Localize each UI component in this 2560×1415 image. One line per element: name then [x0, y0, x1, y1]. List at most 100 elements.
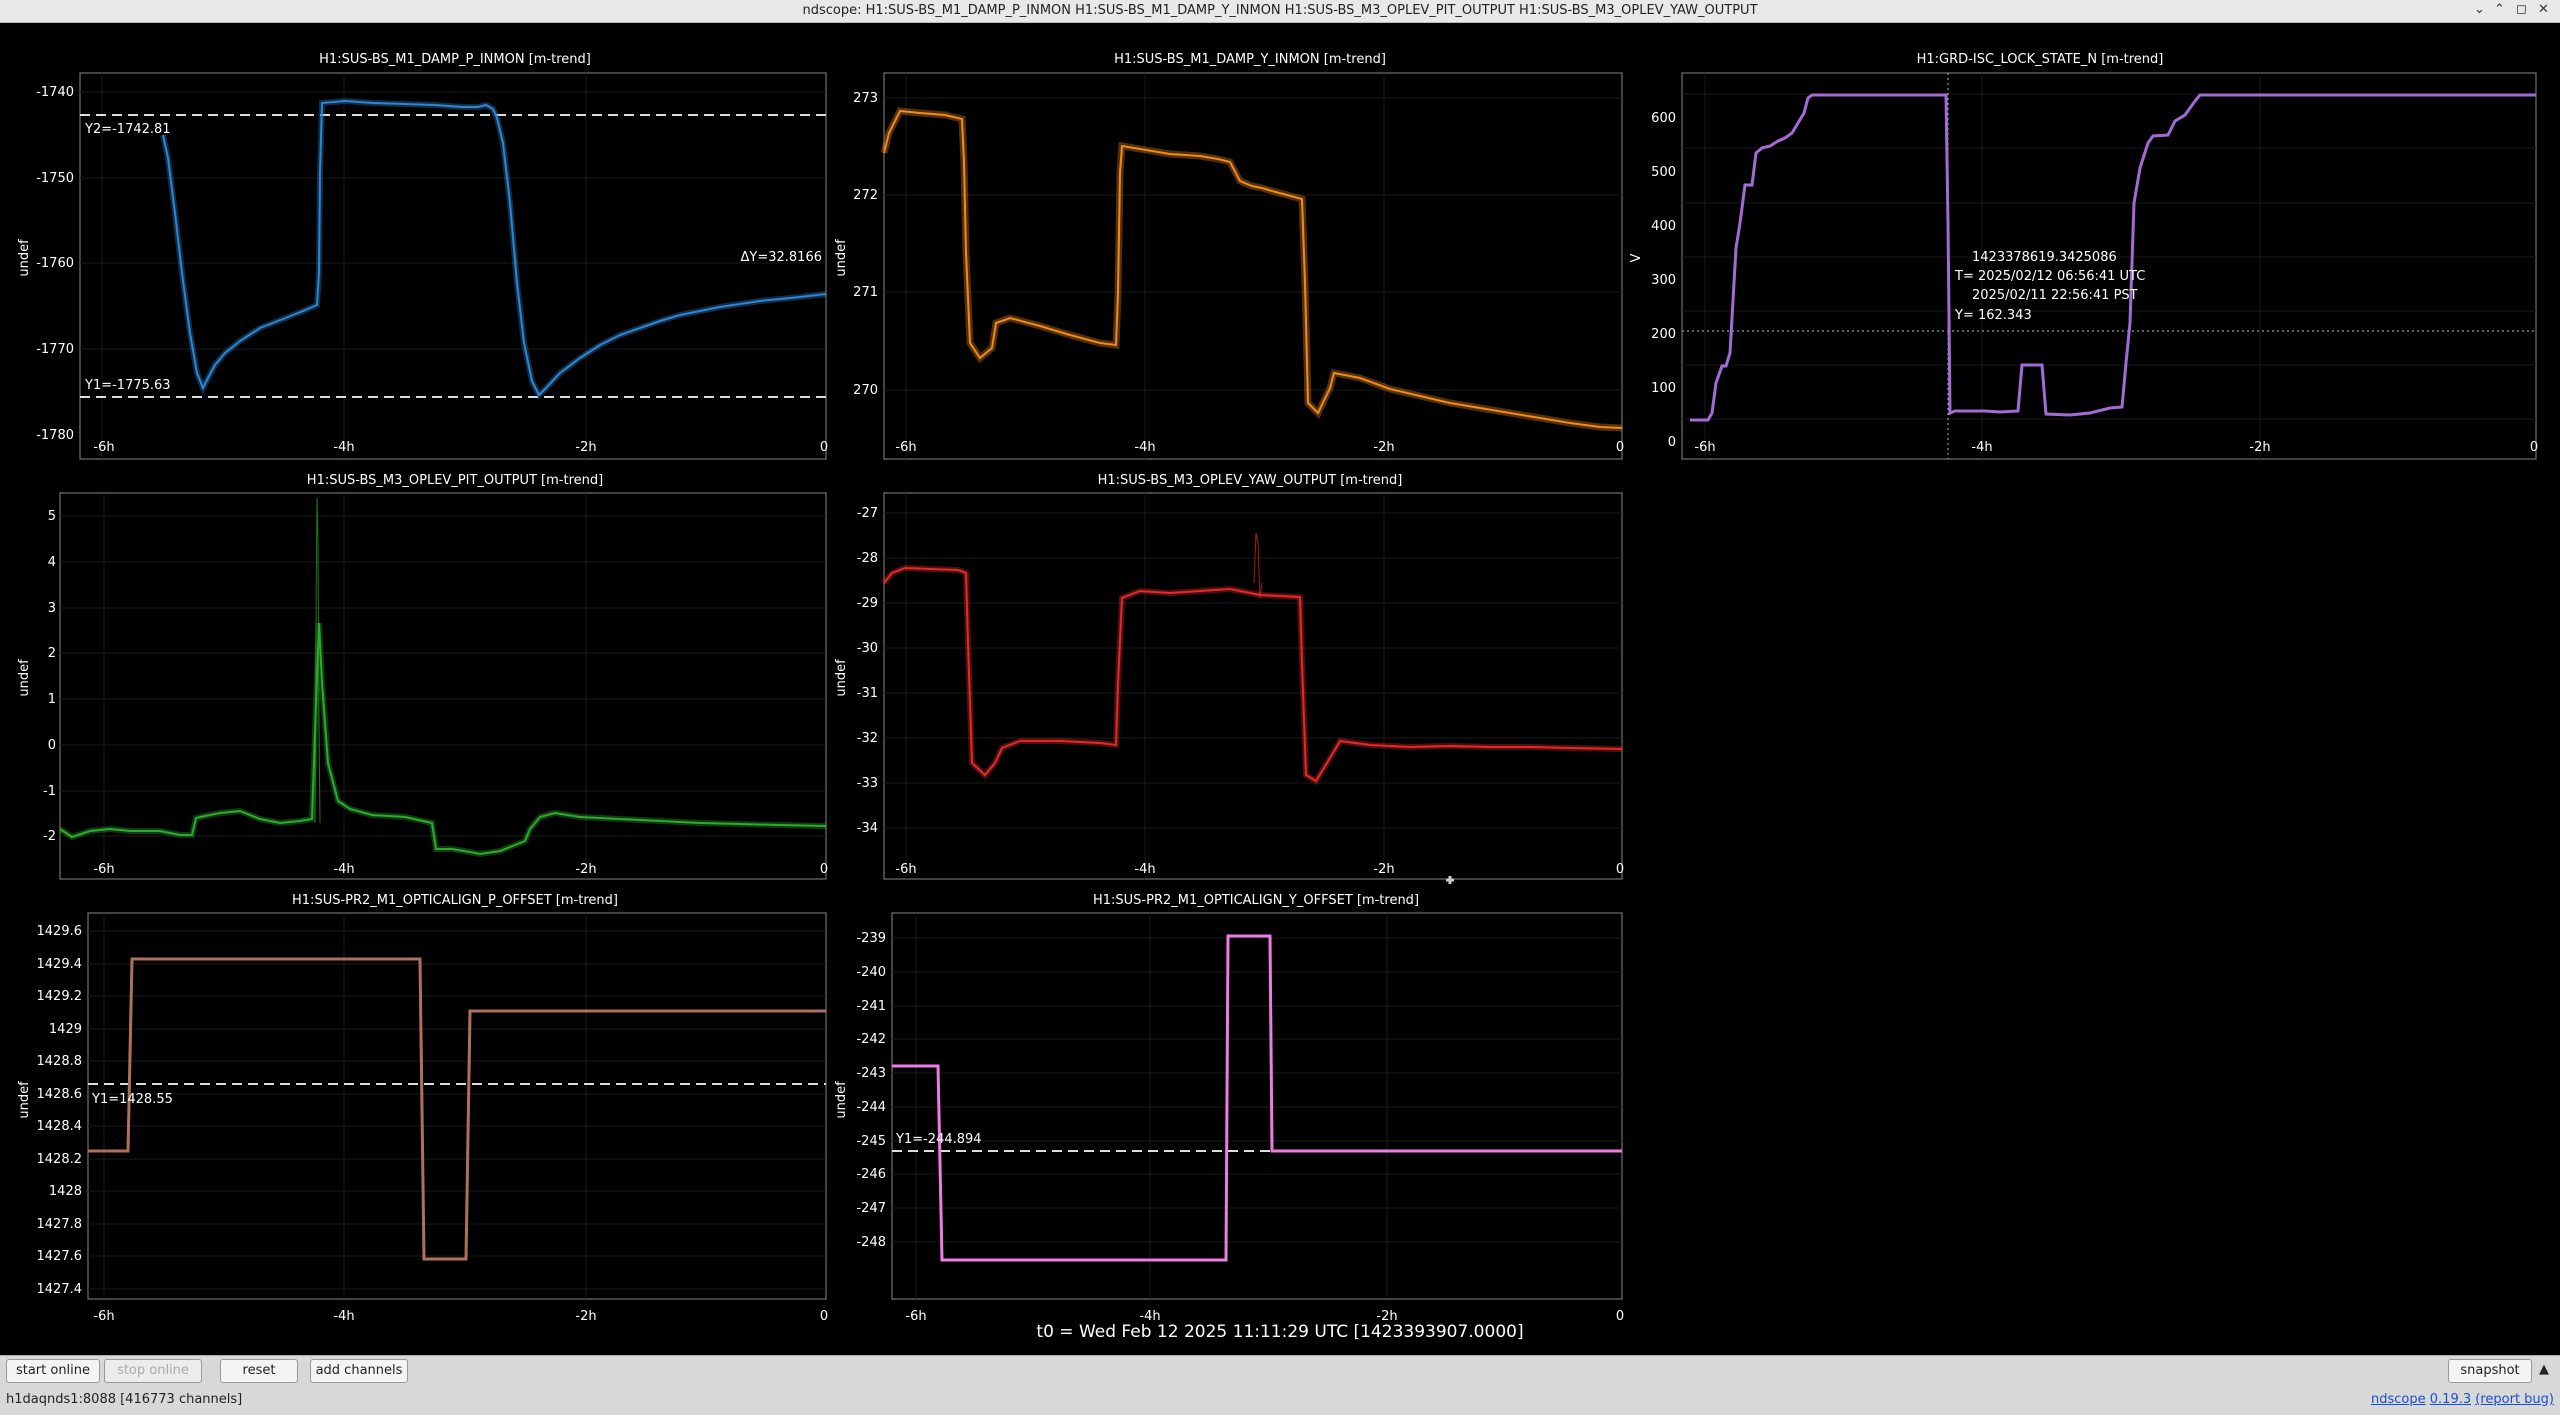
- x-tick-label: -6h: [895, 862, 916, 877]
- y-tick-label: -239: [856, 931, 886, 946]
- cursor-y2-label: Y2=-1742.81: [84, 122, 171, 137]
- plot-title: H1:SUS-BS_M3_OPLEV_PIT_OUTPUT [m-trend]: [307, 473, 603, 488]
- x-tick-labels: -6h -4h -2h 0: [895, 862, 1624, 877]
- y-tick-label: 200: [1651, 327, 1676, 342]
- trace-line: [88, 957, 826, 1261]
- x-tick-label: -4h: [1134, 862, 1155, 877]
- x-tick-label: -2h: [1373, 440, 1394, 455]
- y-tick-label: 600: [1651, 111, 1676, 126]
- y-tick-labels: 600 500 400 300 200 100 0: [1651, 111, 1676, 450]
- window-title: ndscope: H1:SUS-BS_M1_DAMP_P_INMON H1:SU…: [802, 3, 1758, 18]
- x-tick-labels: -6h -4h -2h 0: [93, 440, 828, 455]
- expand-icon[interactable]: ▲: [2534, 1359, 2554, 1381]
- y-tick-label: 1429.6: [37, 924, 83, 939]
- x-tick-label: -2h: [575, 862, 596, 877]
- trace-line: [883, 109, 1623, 429]
- plot-frame: [891, 912, 1623, 1300]
- y-tick-label: 1429.2: [37, 989, 83, 1004]
- plot-y-inmon[interactable]: H1:SUS-BS_M1_DAMP_Y_INMON [m-trend] unde…: [834, 52, 1624, 460]
- x-tick-label: -2h: [2249, 440, 2270, 455]
- y-axis-label: V: [1629, 253, 1644, 262]
- y-tick-label: -28: [857, 551, 878, 566]
- x-tick-label: 0: [1616, 862, 1624, 877]
- plot-pr2-p-offset[interactable]: H1:SUS-PR2_M1_OPTICALIGN_P_OFFSET [m-tre…: [17, 893, 828, 1324]
- y-tick-label: 100: [1651, 381, 1676, 396]
- plot-lock-state[interactable]: H1:GRD-ISC_LOCK_STATE_N [m-trend] V 600 …: [1629, 52, 2538, 460]
- add-channels-button[interactable]: add channels: [310, 1359, 408, 1383]
- x-tick-label: -6h: [93, 862, 114, 877]
- y-tick-label: 272: [853, 188, 878, 203]
- y-axis-label: undef: [834, 1081, 849, 1119]
- y-tick-label: 1428.4: [37, 1119, 83, 1134]
- cursor-y1-label: Y1=-1775.63: [84, 378, 171, 393]
- cursor-y-value: Y= 162.343: [1954, 308, 2032, 323]
- plot-title: H1:SUS-PR2_M1_OPTICALIGN_P_OFFSET [m-tre…: [292, 893, 618, 908]
- reset-button[interactable]: reset: [220, 1359, 298, 1383]
- y-tick-labels: -1740 -1750 -1760 -1770 -1780: [36, 85, 74, 443]
- grid: [1682, 73, 2536, 459]
- x-tick-label: 0: [820, 862, 828, 877]
- close-icon[interactable]: ✕: [2538, 2, 2549, 17]
- maximize-icon[interactable]: ◻: [2516, 2, 2527, 17]
- chevron-up-icon[interactable]: ⌃: [2494, 2, 2505, 17]
- server-status: h1daqnds1:8088 [416773 channels]: [6, 1392, 243, 1407]
- grid: [892, 913, 1622, 1299]
- x-tick-label: -4h: [1971, 440, 1992, 455]
- grid: [88, 913, 826, 1299]
- trace-band: [58, 622, 827, 858]
- x-tick-label: 0: [2530, 440, 2538, 455]
- snapshot-button[interactable]: snapshot: [2448, 1359, 2532, 1383]
- grid: [884, 493, 1622, 879]
- app-info: ndscope 0.19.3 (report bug): [2371, 1392, 2554, 1407]
- plot-title: H1:SUS-BS_M1_DAMP_Y_INMON [m-trend]: [1114, 52, 1386, 67]
- y-tick-label: 5: [48, 509, 56, 524]
- trace-line: [59, 622, 827, 856]
- y-tick-label: 300: [1651, 273, 1676, 288]
- plot-oplev-yaw[interactable]: H1:SUS-BS_M3_OPLEV_YAW_OUTPUT [m-trend] …: [834, 473, 1624, 884]
- y-tick-label: 1427.8: [37, 1217, 83, 1232]
- y-axis-label: undef: [834, 659, 849, 697]
- y-tick-label: 4: [48, 555, 56, 570]
- plot-p-inmon[interactable]: H1:SUS-BS_M1_DAMP_P_INMON [m-trend] unde…: [17, 52, 828, 460]
- chevron-down-icon[interactable]: ⌄: [2474, 2, 2485, 17]
- x-tick-label: -2h: [1373, 862, 1394, 877]
- y-tick-label: -240: [856, 965, 886, 980]
- y-tick-label: 1427.4: [37, 1282, 83, 1297]
- y-tick-label: -245: [856, 1134, 886, 1149]
- trace-band: [880, 107, 1623, 432]
- x-tick-label: -6h: [93, 440, 114, 455]
- y-tick-label: -30: [857, 641, 878, 656]
- cursor-readout: 1423378619.3425086 T= 2025/02/12 06:56:4…: [1954, 250, 2145, 323]
- stop-online-button[interactable]: stop online: [104, 1359, 202, 1383]
- plot-grid[interactable]: H1:SUS-BS_M1_DAMP_P_INMON [m-trend] unde…: [0, 23, 2560, 1345]
- plot-pr2-y-offset[interactable]: H1:SUS-PR2_M1_OPTICALIGN_Y_OFFSET [m-tre…: [834, 893, 1624, 1324]
- report-bug-link[interactable]: (report bug): [2475, 1392, 2554, 1407]
- y-tick-label: -2: [43, 829, 56, 844]
- y-tick-label: 500: [1651, 165, 1676, 180]
- t0-label: t0 = Wed Feb 12 2025 11:11:29 UTC [14233…: [1036, 1322, 1524, 1342]
- x-tick-labels: -6h -4h -2h 0: [93, 862, 828, 877]
- y-axis-label: undef: [834, 239, 849, 277]
- y-tick-label: 1428.2: [37, 1152, 83, 1167]
- plot-oplev-pit[interactable]: H1:SUS-BS_M3_OPLEV_PIT_OUTPUT [m-trend] …: [17, 473, 828, 880]
- y-tick-label: -34: [857, 821, 878, 836]
- trace-line: [892, 934, 1622, 1262]
- cursor-utc: T= 2025/02/12 06:56:41 UTC: [1954, 269, 2145, 284]
- y-tick-labels: 1429.6 1429.4 1429.2 1429 1428.8 1428.6 …: [37, 924, 83, 1297]
- cursor-y1-label: Y1=-244.894: [895, 1132, 982, 1147]
- version-link[interactable]: 0.19.3: [2430, 1392, 2471, 1407]
- trace-line: [162, 99, 827, 397]
- plot-frame: [87, 912, 827, 1300]
- y-tick-labels: -27 -28 -29 -30 -31 -32 -33 -34: [857, 506, 878, 836]
- x-tick-label: 0: [820, 440, 828, 455]
- plot-frame: [883, 72, 1623, 460]
- x-tick-label: -4h: [333, 440, 354, 455]
- ndscope-link[interactable]: ndscope: [2371, 1392, 2426, 1407]
- y-tick-label: -33: [857, 776, 878, 791]
- start-online-button[interactable]: start online: [6, 1359, 100, 1383]
- y-tick-label: 2: [48, 646, 56, 661]
- y-tick-labels: -239 -240 -241 -242 -243 -244 -245 -246 …: [856, 931, 886, 1250]
- plot-title: H1:SUS-BS_M1_DAMP_P_INMON [m-trend]: [319, 52, 591, 67]
- y-tick-label: 1429: [49, 1022, 82, 1037]
- cursor-delta-label: ΔY=32.8166: [741, 250, 823, 265]
